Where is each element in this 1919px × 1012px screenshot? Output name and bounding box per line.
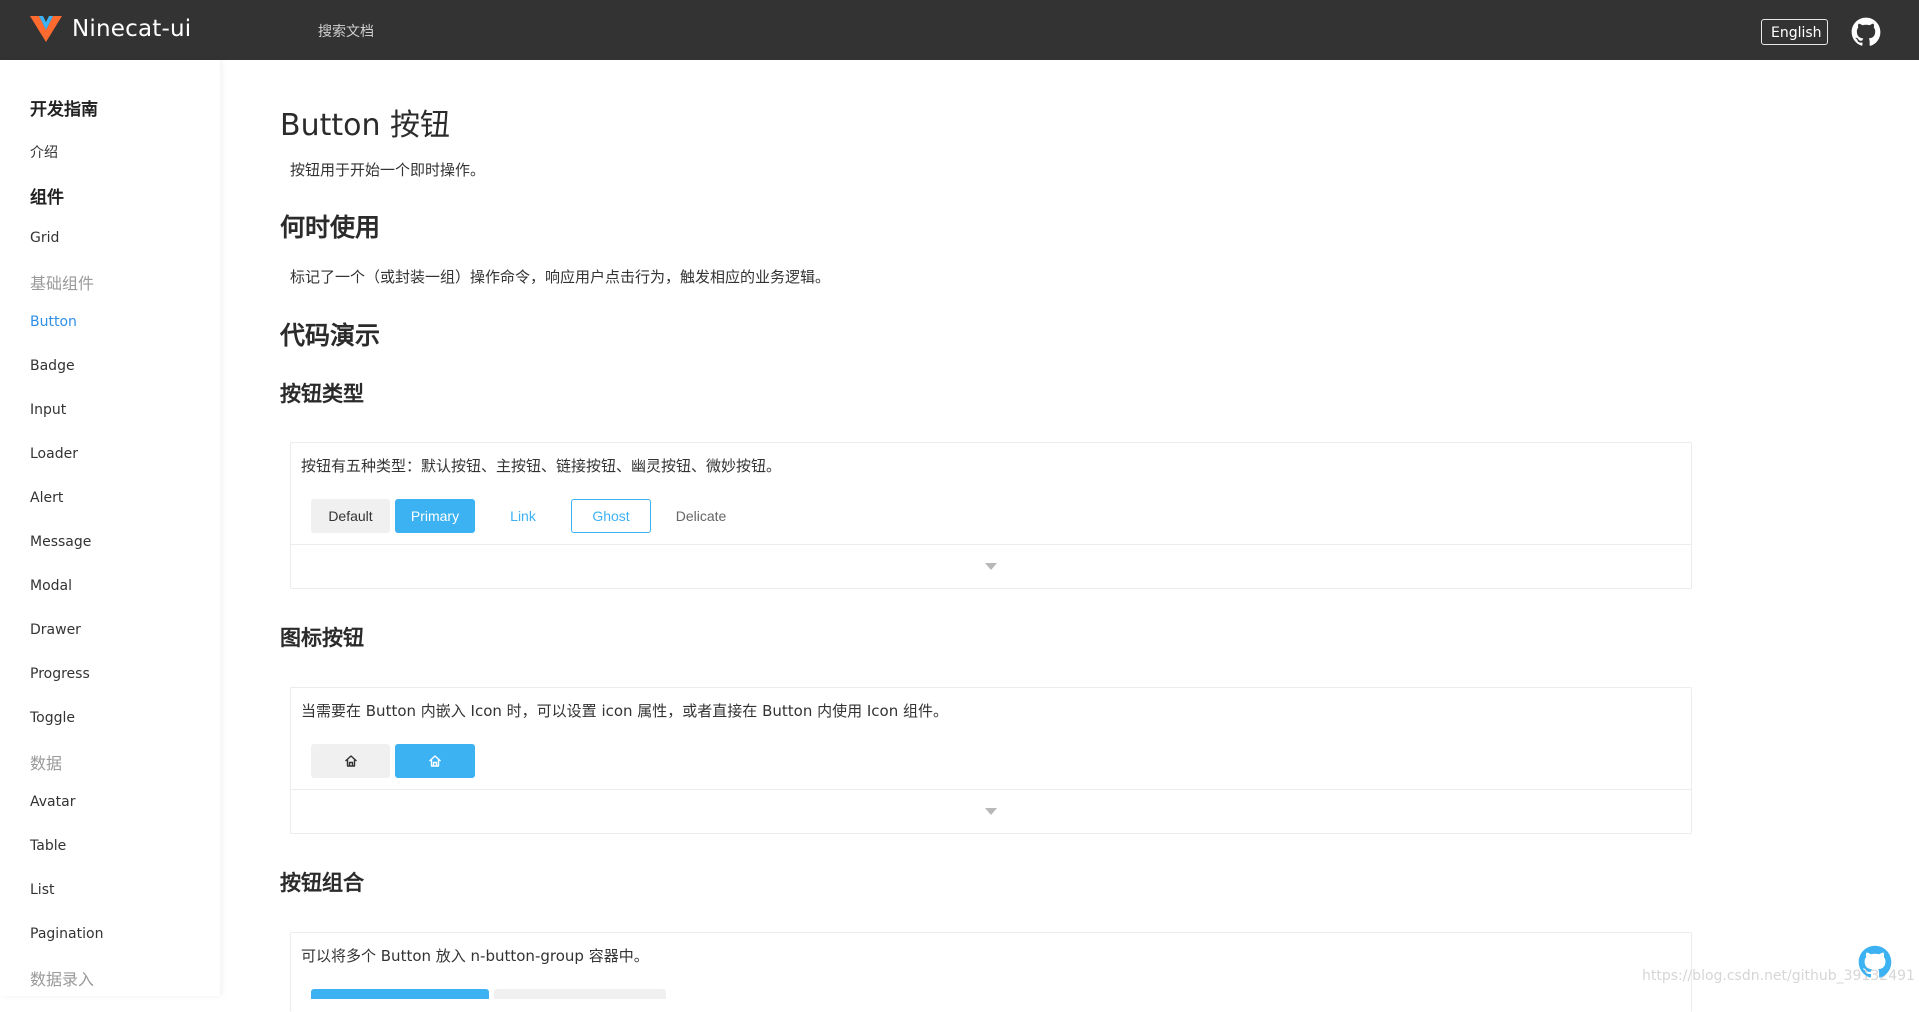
sidebar-item-modal[interactable]: Modal	[30, 578, 72, 594]
code-expand-toggle[interactable]	[291, 544, 1691, 588]
ghost-button[interactable]: Ghost	[571, 499, 651, 533]
demo-card-button-types: 按钮有五种类型：默认按钮、主按钮、链接按钮、幽灵按钮、微妙按钮。 Default…	[290, 442, 1692, 589]
app-name: Ninecat-ui	[72, 16, 192, 42]
primary-button[interactable]: Primary	[395, 499, 475, 533]
sidebar-subgroup-basic: 基础组件	[30, 274, 95, 293]
search-input[interactable]: 搜索文档	[318, 21, 374, 41]
sidebar: 开发指南 介绍 组件 Grid 基础组件 Button Badge Input …	[0, 60, 220, 996]
sidebar-item-loader[interactable]: Loader	[30, 446, 78, 462]
home-icon	[429, 755, 441, 767]
section-button-group-title: 按钮组合	[280, 871, 364, 895]
logo[interactable]: Ninecat-ui	[30, 16, 191, 42]
button-row	[311, 744, 475, 778]
sidebar-item-button[interactable]: Button	[30, 314, 77, 330]
section-button-types-title: 按钮类型	[280, 382, 364, 406]
demo-card-icon-buttons: 当需要在 Button 内嵌入 Icon 时，可以设置 icon 属性，或者直接…	[290, 687, 1692, 834]
sidebar-item-badge[interactable]: Badge	[30, 358, 75, 374]
caret-down-icon	[985, 563, 997, 570]
group-default-button[interactable]	[494, 989, 666, 999]
sidebar-item-grid[interactable]: Grid	[30, 230, 59, 246]
sidebar-item-intro[interactable]: 介绍	[30, 142, 58, 162]
caret-down-icon	[985, 808, 997, 815]
default-button[interactable]: Default	[311, 499, 390, 533]
group-primary-button[interactable]	[311, 989, 489, 999]
github-icon[interactable]	[1851, 17, 1881, 51]
page-intro: 按钮用于开始一个即时操作。	[290, 161, 486, 179]
language-button[interactable]: English	[1761, 19, 1828, 45]
ninecat-logo-icon	[30, 16, 62, 42]
sidebar-item-toggle[interactable]: Toggle	[30, 710, 75, 726]
demo-title: 代码演示	[280, 321, 381, 350]
demo-card-button-group: 可以将多个 Button 放入 n-button-group 容器中。	[290, 932, 1692, 1012]
page-title: Button 按钮	[280, 108, 451, 143]
sidebar-item-drawer[interactable]: Drawer	[30, 622, 81, 638]
sidebar-section-components: 组件	[30, 188, 64, 208]
sidebar-item-message[interactable]: Message	[30, 534, 91, 550]
sidebar-item-table[interactable]: Table	[30, 838, 66, 854]
sidebar-item-alert[interactable]: Alert	[30, 490, 63, 506]
top-navbar: Ninecat-ui 搜索文档 English	[0, 0, 1919, 60]
sidebar-item-progress[interactable]: Progress	[30, 666, 90, 682]
when-to-use-title: 何时使用	[280, 213, 381, 242]
sidebar-item-input[interactable]: Input	[30, 402, 66, 418]
code-expand-toggle[interactable]	[291, 789, 1691, 833]
demo-description: 可以将多个 Button 放入 n-button-group 容器中。	[301, 947, 649, 965]
sidebar-item-avatar[interactable]: Avatar	[30, 794, 75, 810]
sidebar-subgroup-data: 数据	[30, 754, 63, 773]
github-icon[interactable]	[1858, 945, 1892, 983]
sidebar-section-guide: 开发指南	[30, 100, 98, 120]
sidebar-item-pagination[interactable]: Pagination	[30, 926, 103, 942]
demo-description: 当需要在 Button 内嵌入 Icon 时，可以设置 icon 属性，或者直接…	[301, 702, 948, 720]
section-icon-buttons-title: 图标按钮	[280, 626, 364, 650]
when-to-use-text: 标记了一个（或封装一组）操作命令，响应用户点击行为，触发相应的业务逻辑。	[290, 268, 831, 286]
default-icon-button[interactable]	[311, 744, 390, 778]
link-button[interactable]: Link	[480, 499, 566, 533]
demo-description: 按钮有五种类型：默认按钮、主按钮、链接按钮、幽灵按钮、微妙按钮。	[301, 457, 782, 475]
primary-icon-button[interactable]	[395, 744, 475, 778]
delicate-button[interactable]: Delicate	[656, 499, 746, 533]
sidebar-item-list[interactable]: List	[30, 882, 54, 898]
home-icon	[344, 755, 357, 767]
sidebar-subgroup-data-entry: 数据录入	[30, 970, 95, 989]
button-row: Default Primary Link Ghost Delicate	[311, 499, 746, 533]
